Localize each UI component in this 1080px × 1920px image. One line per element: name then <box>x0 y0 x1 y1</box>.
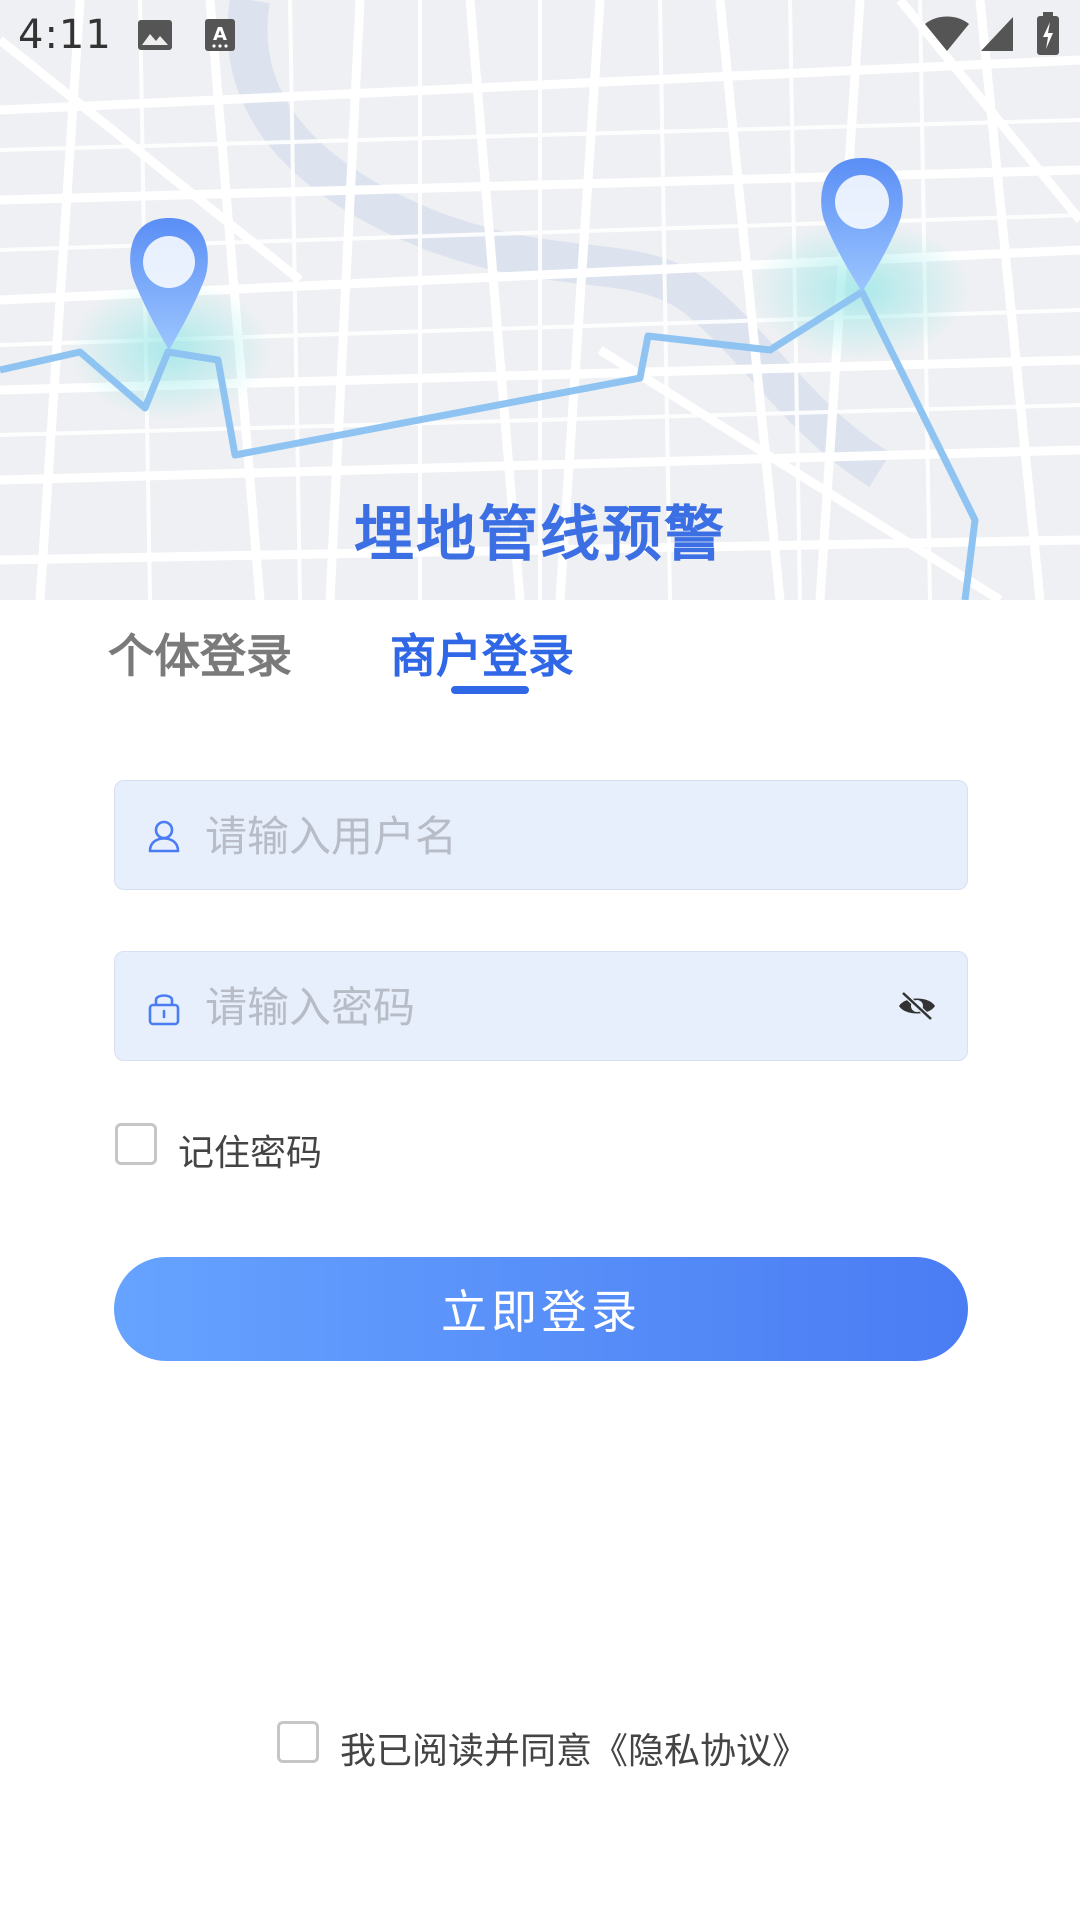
tab-merchant-login[interactable]: 商户登录 <box>390 620 574 686</box>
image-icon <box>138 20 172 50</box>
eye-off-icon[interactable] <box>897 990 937 1022</box>
remember-password-label[interactable]: 记住密码 <box>178 1124 322 1176</box>
tab-personal-login[interactable]: 个体登录 <box>108 620 292 686</box>
agreement-label: 我已阅读并同意《隐私协议》 <box>340 1722 808 1774</box>
status-time: 4:11 <box>18 12 112 58</box>
password-field[interactable] <box>114 951 968 1062</box>
username-input[interactable] <box>203 781 867 891</box>
agreement-text: 我已阅读并同意 <box>340 1731 593 1772</box>
status-bar: 4:11 A <box>0 0 1080 72</box>
agreement-checkbox[interactable] <box>277 1721 319 1763</box>
svg-text:A: A <box>213 24 227 45</box>
password-input[interactable] <box>203 952 867 1062</box>
login-screen: 4:11 A 埋地管线预警 个体登录 商户登录 请输入用户名 记住密码 立即登录… <box>0 0 1080 1920</box>
user-icon <box>148 820 180 853</box>
signal-icon <box>981 17 1013 51</box>
app-title: 埋地管线预警 <box>354 500 726 570</box>
header-map-banner: 4:11 A 埋地管线预警 <box>0 0 1080 600</box>
wifi-icon <box>925 16 969 51</box>
lock-icon <box>148 994 180 1026</box>
username-field[interactable] <box>114 780 968 891</box>
active-tab-indicator <box>451 686 529 694</box>
login-button[interactable]: 立即登录 <box>114 1257 968 1361</box>
battery-charging-icon <box>1037 12 1059 55</box>
keyboard-a-icon: A <box>205 19 235 51</box>
remember-password-checkbox[interactable] <box>115 1123 157 1165</box>
privacy-agreement-link[interactable]: 《隐私协议》 <box>592 1731 808 1772</box>
